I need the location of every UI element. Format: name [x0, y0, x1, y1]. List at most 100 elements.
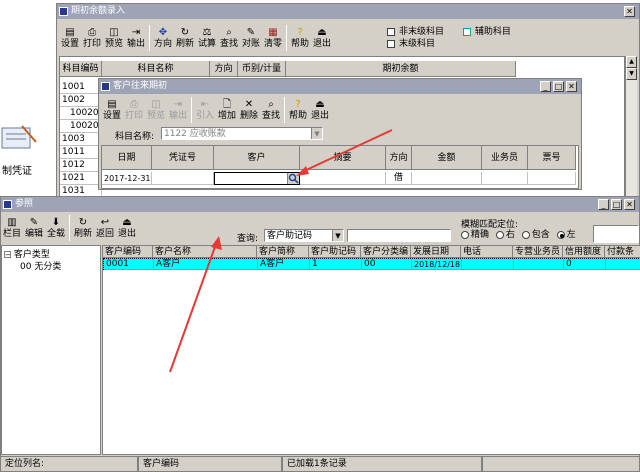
amount-cell[interactable] — [412, 172, 482, 185]
column-header-name[interactable]: 科目名称 — [102, 61, 210, 77]
chevron-down-icon[interactable]: ▼ — [311, 128, 322, 139]
dialog-help-button[interactable]: ? 帮助 — [287, 96, 309, 124]
customer-cell[interactable] — [214, 172, 300, 185]
minimize-button[interactable]: _ — [598, 199, 609, 210]
close-button[interactable]: ✕ — [624, 199, 635, 210]
tree-expand-icon[interactable]: − — [4, 251, 11, 259]
ref-edit-button[interactable]: ✎ 编辑 — [23, 214, 45, 242]
toolbar-export-button[interactable]: ⇥ 输出 — [125, 24, 147, 52]
column-header-voucher[interactable]: 凭证号 — [152, 146, 214, 170]
dialog-delete-button[interactable]: ✕ 删除 — [238, 96, 260, 124]
column-header-salesman[interactable]: 业务员 — [482, 146, 528, 170]
close-button[interactable]: ✕ — [624, 6, 635, 17]
query-field-select[interactable]: 客户助记码 ▼ — [264, 229, 344, 242]
dialog-settings-button[interactable]: ▤ 设置 — [101, 96, 123, 124]
scroll-down-arrow[interactable]: ▼ — [626, 68, 637, 80]
radio-right[interactable] — [495, 230, 504, 239]
toolbar-find-button[interactable]: ⌕ 查找 — [218, 24, 240, 52]
legend: 非末级科目 辅助科目 末级科目 — [387, 26, 587, 50]
toolbar-settings-button[interactable]: ▤ 设置 — [59, 24, 81, 52]
column-header-salesman[interactable]: 专营业务员 — [513, 246, 563, 258]
voucher-cell[interactable] — [152, 172, 214, 185]
ref-exit-button[interactable]: ⏏ 退出 — [116, 214, 138, 242]
ref-return-button[interactable]: ↩ 返回 — [94, 214, 116, 242]
column-header-currency[interactable]: 币别/计量 — [238, 61, 286, 77]
vertical-scrollbar[interactable]: ▲ ▼ — [625, 56, 637, 202]
column-header-customer[interactable]: 客户 — [214, 146, 300, 170]
ticket-cell[interactable] — [528, 172, 576, 185]
query-input[interactable] — [347, 229, 451, 242]
account-code-cell[interactable]: 1001 — [60, 81, 102, 94]
dialog-preview-button[interactable]: ◫ 预览 — [145, 96, 167, 124]
column-header-category[interactable]: 客户分类编 — [361, 246, 411, 258]
subject-name-select[interactable]: 1122 应收账款 ▼ — [161, 127, 323, 140]
radio-left[interactable] — [556, 230, 565, 239]
summary-cell[interactable] — [300, 172, 386, 185]
salesman-cell[interactable] — [482, 172, 528, 185]
column-header-mnemonic[interactable]: 客户助记码 — [309, 246, 361, 258]
column-header-customer-code[interactable]: 客户编码 — [103, 246, 153, 258]
window-app-icon — [101, 82, 110, 91]
radio-exact[interactable] — [461, 230, 469, 239]
row-category: 00 — [362, 259, 412, 270]
maximize-button[interactable]: □ — [611, 199, 622, 210]
toolbar-print-button[interactable]: ⎙ 打印 — [81, 24, 103, 52]
dialog-find-button[interactable]: ⌕ 查找 — [260, 96, 282, 124]
date-cell[interactable]: 2017-12-31 — [102, 172, 152, 185]
column-header-direction[interactable]: 方向 — [210, 61, 238, 77]
column-header-date[interactable]: 日期 — [102, 146, 152, 170]
ref-columns-button[interactable]: ▥ 栏目 — [1, 214, 23, 242]
account-code-cell[interactable]: 1002 — [60, 94, 102, 107]
toolbar-help-button[interactable]: ? 帮助 — [289, 24, 311, 52]
toolbar-preview-button[interactable]: ◫ 预览 — [103, 24, 125, 52]
account-code-cell[interactable]: 1003 — [60, 133, 102, 146]
ref-refresh-button[interactable]: ↻ 刷新 — [72, 214, 94, 242]
tree-child-label: 00 无分类 — [20, 262, 62, 272]
account-code-cell[interactable]: 100201 — [60, 107, 102, 120]
column-header-customer-short[interactable]: 客户简称 — [257, 246, 309, 258]
close-button[interactable]: ✕ — [566, 81, 577, 92]
legend-leaf-label: 末级科目 — [399, 39, 436, 49]
column-header-direction[interactable]: 方向 — [386, 146, 412, 170]
account-code-cell[interactable]: 1011 — [60, 146, 102, 159]
column-header-balance[interactable]: 期初余额 — [286, 61, 516, 77]
column-header-payment[interactable]: 付款条 — [605, 246, 640, 258]
column-header-summary[interactable]: 摘要 — [300, 146, 386, 170]
toolbar-refresh-button[interactable]: ↻ 刷新 — [174, 24, 196, 52]
account-code-cell[interactable]: 1021 — [60, 172, 102, 185]
row-customer-code: 0001 — [104, 259, 154, 270]
dialog-add-button[interactable]: 🗋 增加 — [216, 96, 238, 124]
column-header-credit[interactable]: 信用额度 — [563, 246, 605, 258]
locate-input[interactable] — [593, 225, 639, 243]
customer-reference-grid: 客户编码 客户名称 客户简称 客户助记码 客户分类编 发展日期 电话 专营业务员… — [102, 245, 640, 455]
direction-cell[interactable]: 借 — [386, 172, 412, 185]
column-header-phone[interactable]: 电话 — [461, 246, 513, 258]
column-header-ticket[interactable]: 票号 — [528, 146, 576, 170]
ref-load-all-button[interactable]: ⬇ 全载 — [45, 214, 67, 242]
dialog-import-button[interactable]: ⇤ 引入 — [194, 96, 216, 124]
toolbar-reconcile-button[interactable]: ✎ 对账 — [240, 24, 262, 52]
dialog-exit-button[interactable]: ⏏ 退出 — [309, 96, 331, 124]
column-header-code[interactable]: 科目编码 — [60, 61, 102, 77]
customer-ref-button[interactable] — [287, 173, 299, 184]
column-header-customer-name[interactable]: 客户名称 — [153, 246, 257, 258]
maximize-button[interactable]: □ — [553, 81, 564, 92]
table-row[interactable]: 0001 A客户 A客户 1 00 2018/12/18 0 — [103, 258, 640, 270]
column-header-dev-date[interactable]: 发展日期 — [411, 246, 461, 258]
dialog-export-button[interactable]: ⇥ 输出 — [167, 96, 189, 124]
minimize-button[interactable]: _ — [540, 81, 551, 92]
chevron-down-icon[interactable]: ▼ — [332, 230, 343, 241]
column-header-amount[interactable]: 金额 — [412, 146, 482, 170]
toolbar-exit-button[interactable]: ⏏ 退出 — [311, 24, 333, 52]
radio-contains[interactable] — [521, 230, 530, 239]
account-code-cell[interactable]: 100202 — [60, 120, 102, 133]
toolbar-direction-button[interactable]: ✥ 方向 — [152, 24, 174, 52]
dialog-print-button[interactable]: ⎙ 打印 — [123, 96, 145, 124]
account-code-cell[interactable]: 1012 — [60, 159, 102, 172]
toolbar-trial-balance-button[interactable]: ⚖ 试算 — [196, 24, 218, 52]
toolbar-clear-button[interactable]: ▦ 清零 — [262, 24, 284, 52]
tree-child[interactable]: 00 无分类 — [20, 259, 61, 272]
scroll-up-arrow[interactable]: ▲ — [626, 56, 637, 68]
refresh-icon: ↻ — [78, 217, 88, 228]
voucher-label[interactable]: 制凭证 — [2, 162, 32, 177]
